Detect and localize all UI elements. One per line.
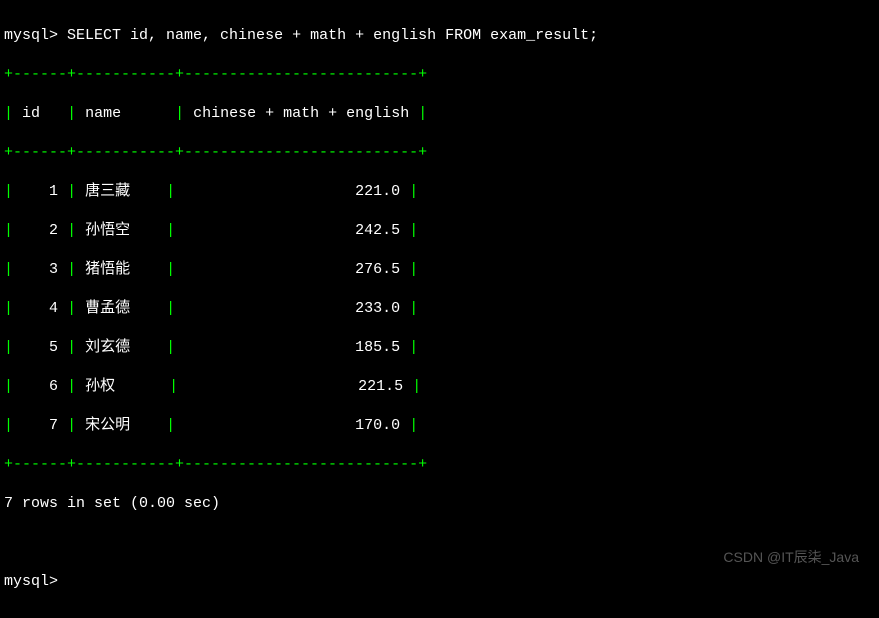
header-name: name [85, 105, 121, 122]
table-row: | 2 | 孙悟空 | 242.5 | [4, 221, 875, 241]
table-row: | 5 | 刘玄德 | 185.5 | [4, 338, 875, 358]
terminal-output: mysql> SELECT id, name, chinese + math +… [4, 6, 875, 611]
header-id: id [22, 105, 40, 122]
status-line: 7 rows in set (0.00 sec) [4, 494, 875, 514]
table-row: | 1 | 唐三藏 | 221.0 | [4, 182, 875, 202]
mysql-prompt[interactable]: mysql> [4, 27, 58, 44]
table-header-row: | id | name | chinese + math + english | [4, 104, 875, 124]
table-border-top: +------+-----------+--------------------… [4, 65, 875, 85]
mysql-prompt-2[interactable]: mysql> [4, 573, 58, 590]
table-border-mid: +------+-----------+--------------------… [4, 143, 875, 163]
header-expr: chinese + math + english [193, 105, 409, 122]
table-row: | 6 | 孙权 | 221.5 | [4, 377, 875, 397]
sql-query: SELECT id, name, chinese + math + englis… [67, 27, 598, 44]
table-row: | 4 | 曹孟德 | 233.0 | [4, 299, 875, 319]
table-border-bottom: +------+-----------+--------------------… [4, 455, 875, 475]
table-row: | 7 | 宋公明 | 170.0 | [4, 416, 875, 436]
watermark: CSDN @IT辰柒_Java [723, 548, 859, 566]
table-row: | 3 | 猪悟能 | 276.5 | [4, 260, 875, 280]
